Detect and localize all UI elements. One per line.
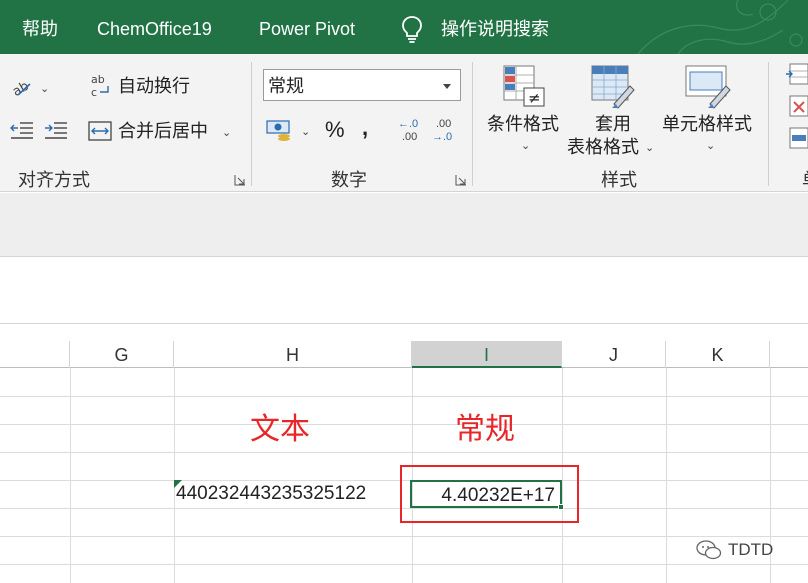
group-separator bbox=[768, 62, 769, 186]
svg-text:ab: ab bbox=[10, 79, 32, 98]
tell-me-search[interactable]: 操作说明搜索 bbox=[441, 18, 549, 40]
comma-style-button[interactable]: , bbox=[362, 117, 368, 139]
column-header-k[interactable]: K bbox=[666, 341, 770, 368]
delete-cells-icon[interactable] bbox=[786, 94, 808, 118]
tab-power-pivot[interactable]: Power Pivot bbox=[259, 18, 355, 40]
cell-h-text-number[interactable]: 440232443235325122 bbox=[176, 482, 366, 506]
percent-style-button[interactable]: % bbox=[325, 119, 345, 141]
ribbon-decoration bbox=[637, 0, 803, 54]
column-header-h[interactable]: H bbox=[174, 341, 412, 368]
decrease-indent-icon[interactable] bbox=[10, 120, 34, 142]
format-cells-icon[interactable] bbox=[786, 126, 808, 150]
orientation-icon[interactable]: ab bbox=[10, 76, 36, 98]
increase-indent-icon[interactable] bbox=[44, 120, 68, 142]
group-label-cells: 单 bbox=[802, 170, 808, 190]
chevron-down-icon[interactable]: ⌄ bbox=[706, 140, 715, 152]
chevron-down-icon[interactable]: ⌄ bbox=[521, 140, 530, 152]
tab-chemoffice[interactable]: ChemOffice19 bbox=[97, 18, 212, 40]
wechat-icon bbox=[696, 540, 722, 560]
column-headers: G H I J K bbox=[0, 341, 808, 368]
increase-decimal-button[interactable]: ←.0 .00 bbox=[398, 118, 426, 146]
watermark-text: TDTD bbox=[728, 540, 774, 559]
wrap-text-label[interactable]: 自动换行 bbox=[118, 75, 190, 97]
format-as-table-label-1[interactable]: 套用 bbox=[595, 113, 631, 135]
group-label-number: 数字 bbox=[331, 170, 367, 190]
chevron-down-icon[interactable]: ⌄ bbox=[301, 126, 310, 138]
format-as-table-icon[interactable] bbox=[590, 64, 636, 110]
chevron-down-icon[interactable]: ⌄ bbox=[222, 127, 231, 139]
number-format-value: 常规 bbox=[268, 76, 304, 96]
formula-bar-area bbox=[0, 258, 808, 324]
wrap-text-icon[interactable]: ab c bbox=[90, 73, 112, 99]
column-header-j[interactable]: J bbox=[562, 341, 666, 368]
column-header-i[interactable]: I bbox=[412, 341, 562, 368]
conditional-formatting-icon[interactable]: ≠ bbox=[502, 64, 546, 108]
column-header-g[interactable]: G bbox=[70, 341, 174, 368]
insert-cells-icon[interactable] bbox=[786, 62, 808, 86]
group-label-styles: 样式 bbox=[601, 170, 637, 190]
chevron-down-icon[interactable]: ⌄ bbox=[645, 142, 654, 154]
decrease-decimal-button[interactable]: .00 →.0 bbox=[432, 118, 460, 146]
dialog-launcher-icon[interactable] bbox=[234, 174, 246, 186]
svg-text:c: c bbox=[91, 86, 97, 99]
svg-text:≠: ≠ bbox=[528, 89, 541, 107]
number-format-dropdown[interactable]: 常规 bbox=[263, 69, 461, 101]
annotation-text-label: 文本 bbox=[250, 413, 310, 446]
merge-center-icon[interactable] bbox=[88, 120, 112, 142]
annotation-general-label: 常规 bbox=[455, 413, 515, 446]
format-as-table-label-2[interactable]: 表格格式 bbox=[567, 136, 639, 158]
group-separator bbox=[251, 62, 252, 186]
column-header-partial[interactable] bbox=[0, 341, 70, 368]
dialog-launcher-icon[interactable] bbox=[455, 174, 467, 186]
group-label-alignment: 对齐方式 bbox=[18, 170, 90, 190]
merge-center-label[interactable]: 合并后居中 bbox=[118, 120, 208, 142]
highlight-box bbox=[400, 465, 579, 523]
cell-styles-label[interactable]: 单元格样式 bbox=[662, 113, 752, 135]
cell-styles-icon[interactable] bbox=[684, 64, 732, 110]
tab-help[interactable]: 帮助 bbox=[22, 18, 58, 40]
caret-down-icon bbox=[443, 84, 451, 89]
lightbulb-icon[interactable] bbox=[399, 14, 425, 44]
svg-text:ab: ab bbox=[91, 73, 105, 86]
accounting-format-icon[interactable] bbox=[266, 118, 294, 142]
group-separator bbox=[472, 62, 473, 186]
chevron-down-icon[interactable]: ⌄ bbox=[40, 83, 49, 95]
ribbon: ab ⌄ ab c 自动换行 合并后居中 ⌄ 对齐方式 常规 ⌄ % , ←.0… bbox=[0, 54, 808, 192]
toolbar-band bbox=[0, 193, 808, 257]
ribbon-tab-bar: 帮助 ChemOffice19 Power Pivot 操作说明搜索 bbox=[0, 0, 808, 54]
conditional-formatting-label[interactable]: 条件格式 bbox=[487, 113, 559, 135]
